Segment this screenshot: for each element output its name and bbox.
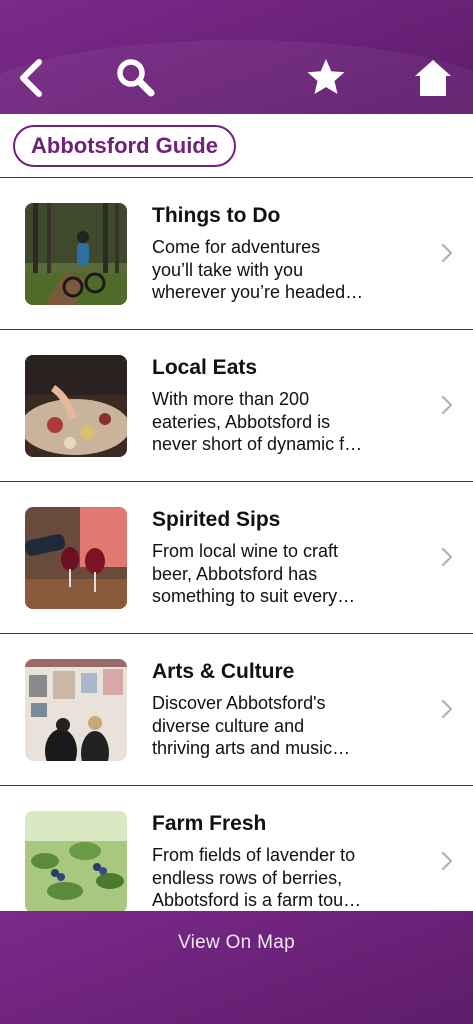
back-chevron-icon[interactable] — [8, 56, 52, 100]
view-on-map-label: View On Map — [177, 932, 295, 953]
list-item-spirited-sips[interactable]: Spirited Sips From local wine to craft be… — [0, 482, 473, 634]
chevron-right-icon — [441, 243, 453, 263]
mountain-bike-thumbnail — [25, 203, 127, 305]
item-title: Local Eats — [152, 356, 258, 379]
gallery-thumbnail — [25, 659, 127, 761]
chevron-right-icon — [441, 699, 453, 719]
header-wave-decoration — [0, 40, 473, 114]
charcuterie-thumbnail — [25, 355, 127, 457]
wine-glasses-thumbnail — [25, 507, 127, 609]
search-icon[interactable] — [114, 56, 158, 100]
item-description: Come for adventures you’ll take with you w… — [152, 237, 364, 302]
item-title: Spirited Sips — [152, 508, 281, 531]
item-description: With more than 200 eateries, Abbotsford i… — [152, 389, 363, 454]
item-title: Things to Do — [152, 204, 281, 227]
guide-title-pill[interactable]: Abbotsford Guide — [13, 125, 236, 167]
chevron-right-icon — [441, 395, 453, 415]
item-title: Farm Fresh — [152, 812, 267, 835]
blueberry-bush-thumbnail — [25, 811, 127, 911]
chevron-right-icon — [441, 851, 453, 871]
item-description: Discover Abbotsford's diverse culture and… — [152, 693, 351, 758]
guide-header-strip: Abbotsford Guide — [0, 114, 473, 178]
list-item-farm-fresh[interactable]: Farm Fresh From fields of lavender to end… — [0, 786, 473, 911]
list-item-arts-culture[interactable]: Arts & Culture Discover Abbotsford's dive… — [0, 634, 473, 786]
home-icon[interactable] — [411, 56, 455, 100]
star-icon[interactable] — [304, 56, 348, 100]
chevron-right-icon — [441, 547, 453, 567]
view-on-map-button[interactable]: View On Map — [0, 911, 473, 1024]
list-item-local-eats[interactable]: Local Eats With more than 200 eateries, A… — [0, 330, 473, 482]
item-description: From fields of lavender to endless rows o… — [152, 845, 362, 910]
list-item-things-to-do[interactable]: Things to Do Come for adventures you’ll t… — [0, 178, 473, 330]
category-list: Things to Do Come for adventures you’ll t… — [0, 178, 473, 911]
item-description: From local wine to craft beer, Abbotsford… — [152, 541, 356, 606]
top-nav-bar — [0, 0, 473, 114]
item-title: Arts & Culture — [152, 660, 295, 683]
